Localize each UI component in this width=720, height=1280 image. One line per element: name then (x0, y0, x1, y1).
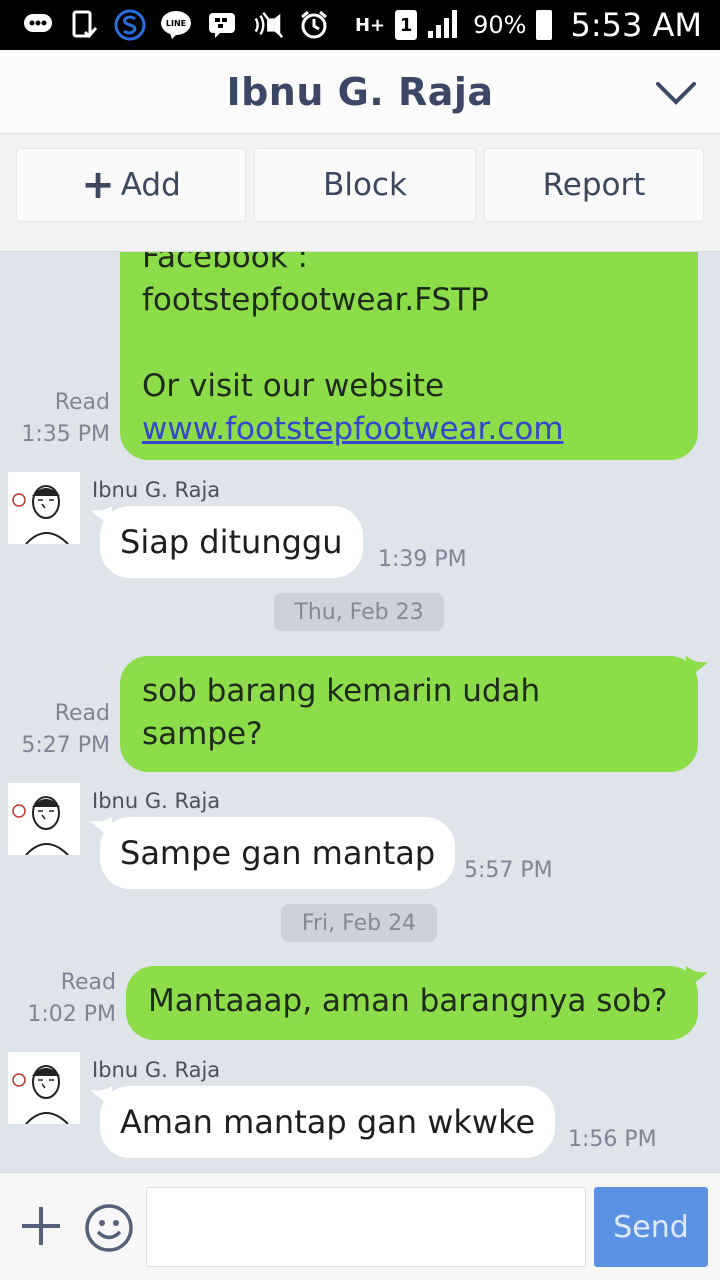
status-bar: LINE H+ 1 90% 5:53 AM (0, 0, 720, 50)
date-separator: Thu, Feb 23 (274, 593, 444, 631)
nfc-mute-icon (252, 10, 284, 40)
read-status: Read (60, 970, 116, 995)
message-meta: Read 1:35 PM (10, 387, 110, 451)
bubble-tail (686, 966, 708, 988)
report-label: Report (542, 167, 646, 203)
sender-name: Ibnu G. Raja (92, 1058, 221, 1082)
avatar[interactable] (8, 783, 80, 856)
battery-percent: 90% (473, 11, 527, 39)
signal-icon (427, 7, 463, 43)
add-label: Add (120, 167, 181, 203)
battery-icon (536, 10, 553, 40)
report-button[interactable]: Report (484, 148, 704, 222)
outgoing-message[interactable]: sob barang kemarin udah sampe? (120, 656, 698, 772)
incoming-message[interactable]: Aman mantap gan wkwke (100, 1086, 556, 1158)
message-input[interactable] (146, 1187, 586, 1267)
date-separator: Fri, Feb 24 (281, 904, 437, 942)
page-title: Ibnu G. Raja (226, 70, 494, 114)
system-status: H+ 1 90% 5:53 AM (355, 0, 702, 50)
send-button[interactable]: Send (594, 1187, 708, 1267)
block-label: Block (323, 167, 407, 203)
message-time: 1:39 PM (378, 547, 467, 572)
message-text: Siap ditunggu (120, 523, 343, 561)
add-friend-button[interactable]: + Add (16, 148, 246, 222)
chat-bubble-icon (22, 10, 54, 40)
outgoing-message[interactable]: Mantaaap, aman barangnya sob? (126, 966, 698, 1040)
compose-bar: Send (0, 1172, 720, 1280)
message-line: Or visit our website (142, 368, 445, 404)
incoming-message[interactable]: Sampe gan mantap (100, 817, 456, 889)
bbm-icon (206, 10, 238, 40)
outgoing-message[interactable]: Facebook : footstepfootwear.FSTP Or visi… (120, 252, 698, 460)
s-logo-icon (114, 9, 146, 41)
friend-actions-bar: + Add Block Report (0, 134, 720, 252)
alarm-icon (298, 10, 330, 40)
message-line: Facebook : (142, 252, 308, 275)
message-text: Sampe gan mantap (120, 834, 436, 872)
emoji-icon[interactable] (84, 1203, 134, 1253)
chevron-down-icon[interactable] (654, 72, 698, 112)
chat-header: Ibnu G. Raja (0, 50, 720, 134)
line-app-icon: LINE (160, 10, 192, 40)
message-time: 1:02 PM (27, 1002, 116, 1027)
sender-name: Ibnu G. Raja (92, 789, 221, 813)
message-line: sob barang kemarin udah (142, 673, 541, 709)
message-time: 1:35 PM (21, 422, 110, 447)
network-type: H+ (354, 14, 386, 36)
notification-icons: LINE (22, 8, 330, 42)
read-status: Read (54, 390, 110, 415)
avatar[interactable] (8, 472, 80, 545)
website-link[interactable]: www.footstepfootwear.com (142, 408, 676, 451)
message-list[interactable]: Facebook : footstepfootwear.FSTP Or visi… (0, 252, 720, 1172)
incoming-message[interactable]: Siap ditunggu (100, 506, 363, 578)
message-line: footstepfootwear.FSTP (142, 282, 489, 318)
sender-name: Ibnu G. Raja (92, 478, 221, 502)
message-meta: Read 5:27 PM (10, 698, 110, 762)
message-line: sampe? (142, 716, 263, 752)
bubble-tail (686, 656, 708, 678)
plus-icon[interactable] (18, 1203, 64, 1249)
avatar[interactable] (8, 1052, 80, 1125)
message-time: 5:27 PM (21, 733, 110, 758)
block-button[interactable]: Block (254, 148, 476, 222)
clock: 5:53 AM (570, 6, 702, 44)
message-time: 1:56 PM (568, 1127, 657, 1152)
message-text: Aman mantap gan wkwke (120, 1103, 536, 1141)
sim-indicator: 1 (395, 10, 418, 40)
message-meta: Read 1:02 PM (16, 967, 116, 1031)
message-time: 5:57 PM (464, 858, 553, 883)
phone-check-icon (68, 10, 100, 40)
message-text: Mantaaap, aman barangnya sob? (148, 983, 668, 1019)
plus-icon: + (81, 162, 115, 208)
read-status: Read (54, 701, 110, 726)
svg-text:LINE: LINE (166, 19, 186, 28)
